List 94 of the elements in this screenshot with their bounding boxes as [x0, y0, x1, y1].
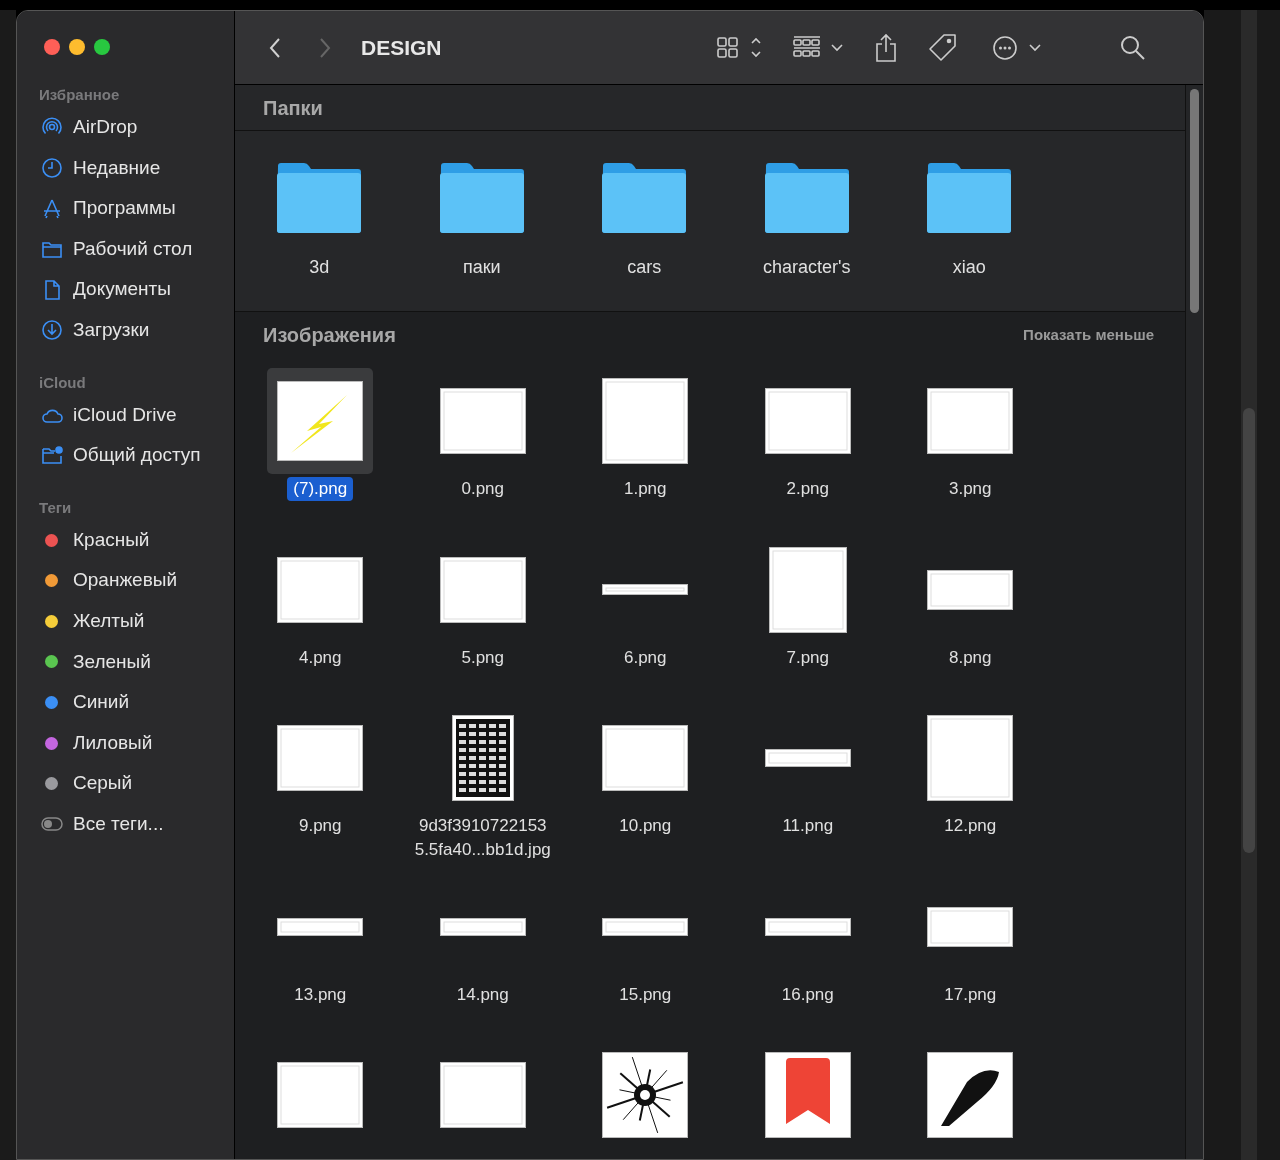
file-name[interactable]: 6.png — [566, 645, 725, 670]
all-tags-icon — [41, 817, 63, 832]
file-name[interactable]: 9.png — [241, 814, 400, 838]
image-thumbnail[interactable] — [277, 917, 364, 936]
sidebar-item[interactable]: Загрузки — [73, 316, 150, 345]
image-thumbnail[interactable] — [439, 917, 526, 936]
folder-name[interactable]: cars — [627, 254, 662, 281]
image-thumbnail[interactable] — [927, 715, 1014, 801]
image-thumbnail[interactable] — [764, 749, 851, 767]
zoom-button[interactable] — [94, 39, 110, 55]
image-thumbnail[interactable] — [768, 546, 847, 633]
image-thumbnail[interactable] — [602, 917, 689, 936]
file-name[interactable]: (7).png — [287, 477, 354, 501]
image-thumbnail[interactable] — [602, 725, 689, 791]
sidebar-item[interactable]: Лиловый — [73, 728, 153, 758]
file-name[interactable]: 7.png — [728, 645, 887, 670]
file-name[interactable]: 10.png — [566, 814, 725, 838]
folder-name[interactable]: паки — [462, 254, 501, 281]
file-name[interactable]: 11.png — [728, 814, 887, 838]
sidebar-item[interactable]: Все теги... — [73, 809, 164, 839]
app-store-icon — [41, 197, 63, 220]
icon-view-icon[interactable] — [715, 34, 764, 61]
file-name[interactable]: 0.png — [403, 477, 562, 501]
share-icon[interactable] — [873, 32, 898, 63]
image-thumbnail[interactable] — [602, 584, 689, 595]
section-heading: Папки — [263, 95, 323, 121]
file-name[interactable]: 16.png — [728, 982, 887, 1007]
image-thumbnail[interactable] — [277, 1062, 364, 1128]
image-thumbnail[interactable] — [277, 725, 364, 791]
sidebar-item[interactable]: Желтый — [73, 607, 145, 636]
folder-icon[interactable] — [763, 162, 850, 234]
sidebar-item[interactable]: Серый — [73, 769, 133, 798]
sidebar-heading: Избранное — [38, 85, 121, 105]
file-name[interactable]: 3.png — [891, 477, 1050, 501]
poster-thumbnail[interactable] — [451, 715, 514, 801]
show-less-link[interactable]: Показать меньше — [1023, 323, 1154, 347]
sidebar-item[interactable]: Оранжевый — [73, 566, 178, 595]
section-heading: Изображения — [263, 323, 396, 348]
scrollbar[interactable] — [1190, 89, 1199, 313]
file-name[interactable]: 1.png — [566, 477, 725, 501]
file-name[interactable]: 15.png — [566, 982, 725, 1007]
scrollbar[interactable] — [1243, 408, 1255, 853]
folder-icon[interactable] — [601, 162, 688, 234]
image-thumbnail[interactable] — [602, 378, 689, 464]
bookmark-thumbnail[interactable] — [764, 1052, 851, 1138]
image-thumbnail[interactable] — [439, 1062, 526, 1128]
download-icon — [41, 319, 63, 342]
file-name[interactable]: 13.png — [241, 982, 400, 1007]
sidebar-heading: iCloud — [38, 372, 87, 393]
folder-icon[interactable] — [438, 162, 525, 234]
file-name[interactable]: 9d3f3910722153 5.5fa40...bb1d.jpg — [403, 814, 562, 862]
image-thumbnail[interactable] — [927, 388, 1014, 454]
image-thumbnail[interactable] — [439, 388, 526, 454]
sidebar-item[interactable]: AirDrop — [73, 113, 138, 142]
file-name[interactable]: 12.png — [891, 814, 1050, 838]
sidebar-item[interactable]: Документы — [73, 275, 171, 304]
brush-stroke-thumbnail[interactable] — [927, 1052, 1014, 1138]
sidebar-item[interactable]: Красный — [73, 525, 150, 555]
search-icon[interactable] — [1119, 34, 1146, 61]
file-name[interactable]: 4.png — [241, 645, 400, 670]
image-thumbnail[interactable] — [439, 556, 526, 623]
minimize-button[interactable] — [69, 39, 85, 55]
tag-icon[interactable] — [927, 32, 958, 63]
folder-icon[interactable] — [276, 162, 363, 234]
splash-thumbnail[interactable] — [602, 1052, 689, 1138]
more-icon[interactable] — [991, 34, 1042, 61]
file-name[interactable]: 17.png — [891, 982, 1050, 1007]
image-thumbnail[interactable] — [764, 917, 851, 936]
file-name[interactable]: 8.png — [891, 645, 1050, 670]
file-name[interactable]: 2.png — [728, 477, 887, 501]
sidebar-item[interactable]: Недавние — [73, 153, 161, 183]
sidebar-heading: Теги — [38, 497, 73, 518]
sidebar-item[interactable]: Рабочий стол — [73, 234, 193, 264]
sidebar-item[interactable]: Синий — [73, 688, 130, 717]
file-name[interactable]: 14.png — [403, 982, 562, 1007]
image-thumbnail[interactable] — [927, 906, 1014, 947]
file-name[interactable]: 5.png — [403, 645, 562, 670]
lightning-thumbnail[interactable] — [277, 381, 364, 461]
sidebar-item[interactable]: Общий доступ — [73, 441, 201, 470]
image-thumbnail[interactable] — [277, 556, 364, 623]
folder-name[interactable]: character's — [763, 254, 851, 281]
shared-folder-icon — [41, 444, 63, 467]
close-button[interactable] — [44, 39, 60, 55]
sidebar-item[interactable]: Зеленый — [73, 647, 151, 677]
folder-icon[interactable] — [926, 162, 1013, 234]
sidebar-item[interactable]: Программы — [73, 194, 176, 223]
clock-icon — [41, 156, 63, 179]
folder-name[interactable]: xiao — [952, 254, 986, 281]
back-icon[interactable] — [269, 36, 281, 59]
image-thumbnail[interactable] — [927, 569, 1014, 610]
window-title: DESIGN — [361, 34, 442, 61]
folder-name[interactable]: 3d — [309, 254, 330, 281]
image-thumbnail[interactable] — [764, 388, 851, 454]
sidebar-item[interactable]: iCloud Drive — [73, 400, 177, 430]
